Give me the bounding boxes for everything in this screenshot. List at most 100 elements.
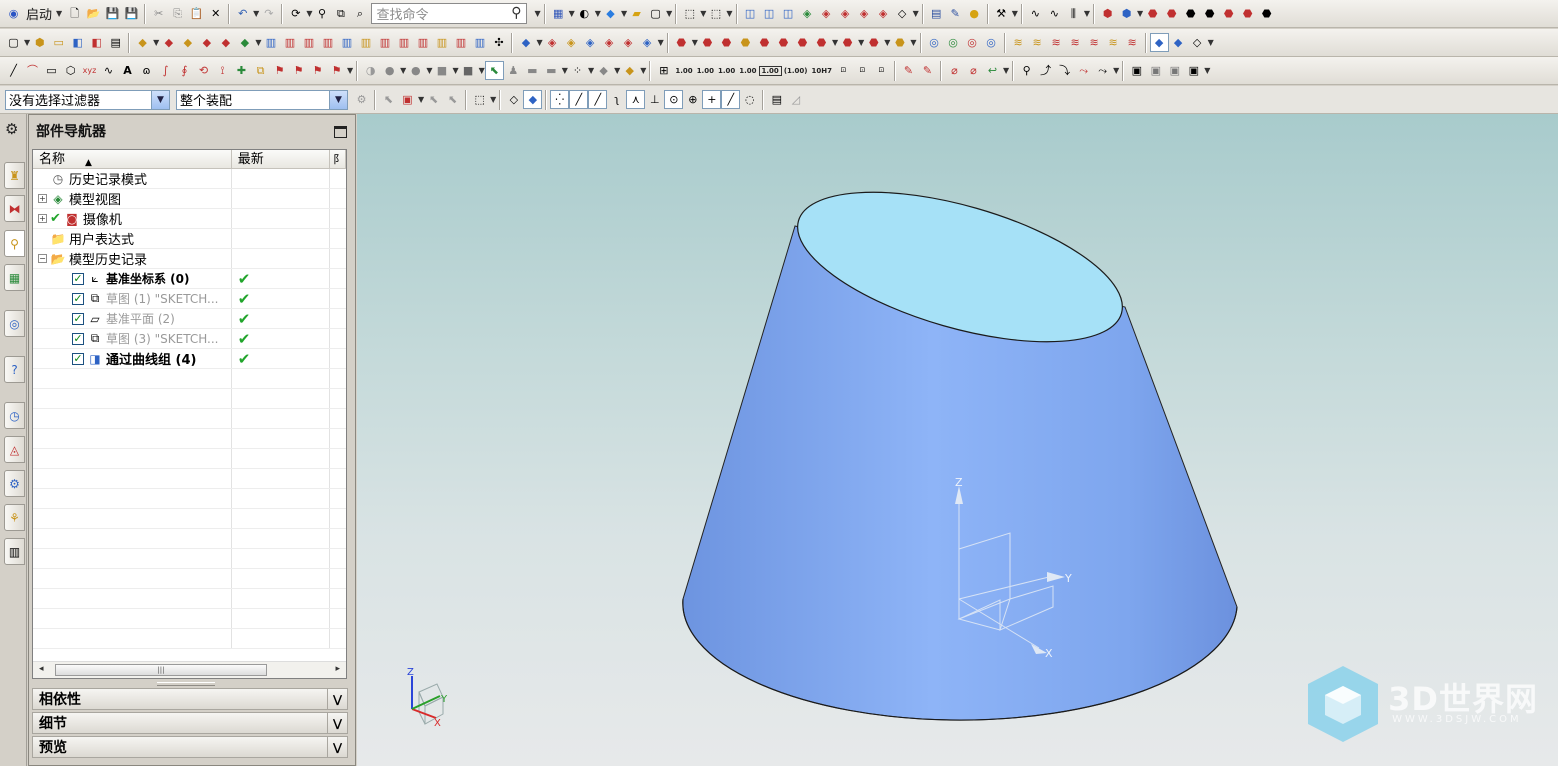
history-tab[interactable]: ◷ [4,402,25,429]
curve-icon[interactable]: ∮ [175,61,194,80]
feature-icon[interactable]: ▤ [106,33,125,52]
curve-icon[interactable]: ⚑ [270,61,289,80]
shape-icon[interactable]: ◆ [594,61,613,80]
dependencies-section[interactable]: 相依性 ⋁ [32,688,348,710]
select-icon[interactable]: ⬉ [484,61,504,80]
collapse-icon[interactable]: − [38,254,47,263]
column-header-latest[interactable]: 最新 [232,150,331,168]
tree-row-history-mode[interactable]: ◷ 历史记录模式 [33,169,346,189]
snap-endpoint-icon[interactable]: ⁛ [550,90,570,109]
rectangle-icon[interactable]: ▭ [42,61,61,80]
select-icon[interactable]: ⬉ [443,90,462,109]
surface-icon[interactable]: ◈ [855,4,874,23]
feature-icon[interactable]: ≋ [1104,33,1123,52]
drafting-icon[interactable]: ⬣ [1181,4,1200,23]
snap-control-icon[interactable]: ʅ [607,90,626,109]
drafting-icon[interactable]: ⬣ [1200,4,1219,23]
roles-tab[interactable]: ◬ [4,436,25,463]
feature-icon[interactable]: ◈ [600,33,619,52]
feature-icon[interactable]: ≋ [1123,33,1142,52]
feature-icon[interactable]: ⬣ [672,33,691,52]
drafting-icon[interactable]: ⬣ [1143,4,1162,23]
shape-icon[interactable]: ▬ [523,61,542,80]
table-icon[interactable]: ▦ [549,4,568,23]
chevron-down-icon[interactable]: ▼ [1003,66,1009,75]
feature-icon[interactable]: ◈ [581,33,600,52]
chevron-down-icon[interactable]: ▼ [534,9,540,18]
fit-icon[interactable]: ⊡ [872,61,891,80]
select-icon[interactable]: ⬉ [424,90,443,109]
snap-midpoint-icon[interactable]: ╱ [588,90,608,109]
sphere-icon[interactable]: ◑ [361,61,380,80]
face-icon[interactable]: ◇ [504,90,523,109]
chevron-down-icon[interactable]: ▼ [1204,66,1210,75]
feature-icon[interactable]: ⬣ [864,33,883,52]
box-icon[interactable]: ▣ [1165,61,1184,80]
find-icon[interactable]: ⌕ [350,4,369,23]
scroll-left-icon[interactable]: ◂ [39,664,44,674]
column-header-name[interactable]: 名称 ▲ [33,150,232,168]
manufacturing-wizard-tab[interactable]: ▥ [4,538,25,565]
curve-icon[interactable]: ⚑ [308,61,327,80]
chevron-down-icon[interactable]: ▼ [910,38,916,47]
feature-icon[interactable]: ▥ [280,33,299,52]
dimension-icon[interactable]: ⊞ [654,61,673,80]
body-icon[interactable]: ◆ [523,90,543,109]
feature-icon[interactable]: ⬣ [698,33,717,52]
chevron-down-icon[interactable]: ⋁ [327,713,347,733]
preview-section[interactable]: 预览 ⋁ [32,736,348,758]
view-icon[interactable]: ⬚ [706,4,725,23]
feature-icon[interactable]: ◧ [68,33,87,52]
surface-icon[interactable]: ◇ [893,4,912,23]
surface-icon[interactable]: ◈ [874,4,893,23]
surface-icon[interactable]: ◫ [760,4,779,23]
expand-icon[interactable]: + [38,214,47,223]
drafting-icon[interactable]: ⬣ [1219,4,1238,23]
tree-row-through-curves[interactable]: ✓ ◨ 通过曲线组 (4) ✔ [33,349,346,369]
trim-icon[interactable]: ⤵ [1055,61,1074,80]
chevron-down-icon[interactable]: ▼ [1208,38,1214,47]
feature-icon[interactable]: ≋ [1047,33,1066,52]
square-icon[interactable]: ■ [432,61,451,80]
chevron-down-icon[interactable]: ▼ [658,38,664,47]
repeat-command-icon[interactable]: ⟳ [286,4,305,23]
assembly-navigator-tab[interactable]: ♜ [4,162,25,189]
layer-icon[interactable]: ▤ [927,4,946,23]
chevron-down-icon[interactable]: ▼ [151,90,169,109]
sketch-tool-icon[interactable]: ✎ [918,61,937,80]
sketch-icon[interactable]: ▢ [4,33,23,52]
feature-icon[interactable]: ▥ [413,33,432,52]
feature-icon[interactable]: ▥ [432,33,451,52]
chevron-down-icon[interactable]: ▼ [726,9,732,18]
chevron-down-icon[interactable]: ▼ [1084,9,1090,18]
details-section[interactable]: 细节 ⋁ [32,712,348,734]
feature-icon[interactable]: ⬣ [774,33,793,52]
open-icon[interactable]: 📂 [84,4,103,23]
save-icon[interactable]: 💾 [103,4,122,23]
fit-icon[interactable]: ⊡ [834,61,853,80]
tree-row-model-history[interactable]: − 📂 模型历史记录 [33,249,346,269]
constraint-navigator-tab[interactable]: ⧓ [4,195,25,222]
feature-icon[interactable]: ▥ [299,33,318,52]
tolerance-6[interactable]: (1.00) [782,67,810,75]
feature-icon[interactable]: ◇ [1188,33,1207,52]
feature-icon[interactable]: ◆ [133,33,152,52]
feature-checkbox[interactable]: ✓ [72,332,84,345]
feature-icon[interactable]: ◎ [925,33,944,52]
spline-icon[interactable]: ∿ [99,61,118,80]
feature-icon[interactable]: ✣ [489,33,508,52]
system-visualization-tab[interactable]: ⚘ [4,504,25,531]
dots-icon[interactable]: ⁘ [568,61,587,80]
curve-icon[interactable]: ɷ [137,61,156,80]
zoom-icon[interactable]: ⚲ [1017,61,1036,80]
rectangle-select-icon[interactable]: ⬚ [470,90,489,109]
feature-icon[interactable]: ◆ [159,33,178,52]
surface-icon[interactable]: ◈ [798,4,817,23]
type-filter-select[interactable]: 没有选择过滤器 ▼ [5,89,170,110]
select-icon[interactable]: ▣ [398,90,417,109]
copy-icon[interactable]: ⎘ [168,4,187,23]
snap-quadrant-icon[interactable]: ⊕ [683,90,702,109]
surface-icon[interactable]: ◫ [779,4,798,23]
surface-icon[interactable]: ◈ [836,4,855,23]
undo-icon[interactable]: ↶ [233,4,252,23]
